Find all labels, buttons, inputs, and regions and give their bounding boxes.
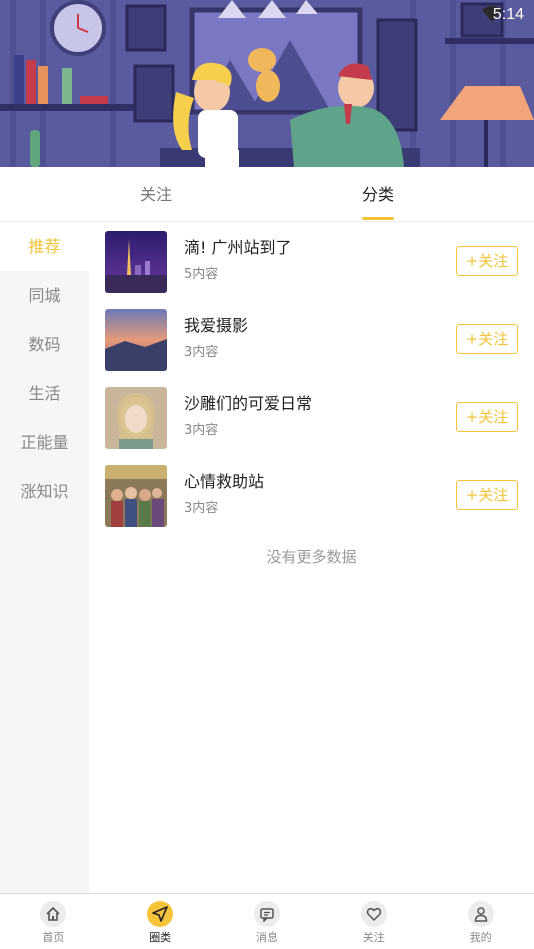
banner-illustration: [0, 0, 534, 167]
item-count: 3内容: [184, 501, 219, 516]
nav-item-profile[interactable]: 我的: [427, 894, 534, 949]
sidebar-item-recommend[interactable]: 推荐: [0, 222, 89, 271]
item-title: 心情救助站: [184, 472, 265, 491]
home-icon: [40, 901, 67, 927]
circle-list: 滴! 广州站到了 5内容 +关注 我爱摄影 3内容 +关注 沙雕们的可爱日常 3: [89, 222, 534, 534]
follow-button[interactable]: +关注: [456, 480, 518, 510]
list-item[interactable]: 滴! 广州站到了 5内容 +关注: [89, 222, 534, 300]
thumbnail-image: [105, 309, 167, 371]
send-icon: [147, 901, 174, 927]
heart-icon: [360, 901, 387, 927]
thumbnail-image: [105, 387, 167, 449]
item-title: 我爱摄影: [184, 316, 249, 335]
no-more-data-text: 没有更多数据: [266, 548, 357, 566]
follow-button[interactable]: +关注: [456, 324, 518, 354]
sidebar-item-positive[interactable]: 正能量: [0, 418, 89, 467]
item-title: 沙雕们的可爱日常: [184, 394, 313, 413]
nav-item-circles[interactable]: 圈类: [107, 894, 214, 949]
nav-item-messages[interactable]: 消息: [214, 894, 321, 949]
nav-label: 我的: [469, 931, 492, 944]
header-banner: 5:14: [0, 0, 534, 167]
active-tab-indicator: [362, 217, 394, 220]
item-count: 3内容: [184, 423, 219, 438]
top-tabs: 关注 分类: [0, 167, 534, 222]
nav-label: 首页: [42, 931, 65, 944]
sidebar-item-knowledge[interactable]: 涨知识: [0, 467, 89, 516]
thumbnail-image: [105, 465, 167, 527]
item-title: 滴! 广州站到了: [184, 238, 292, 257]
follow-button[interactable]: +关注: [456, 402, 518, 432]
nav-item-home[interactable]: 首页: [0, 894, 107, 949]
nav-label: 圈类: [149, 931, 172, 944]
nav-label: 消息: [255, 931, 278, 944]
sidebar-item-local[interactable]: 同城: [0, 271, 89, 320]
message-icon: [253, 901, 280, 927]
tab-follow[interactable]: 关注: [96, 167, 216, 222]
thumbnail-image: [105, 231, 167, 293]
user-icon: [467, 901, 494, 927]
category-sidebar: 推荐 同城 数码 生活 正能量 涨知识: [0, 222, 89, 893]
bottom-nav: 首页 圈类 消息 关注 我的: [0, 893, 534, 949]
list-item[interactable]: 心情救助站 3内容 +关注: [89, 456, 534, 534]
nav-label: 关注: [362, 931, 385, 944]
list-item[interactable]: 沙雕们的可爱日常 3内容 +关注: [89, 378, 534, 456]
list-item[interactable]: 我爱摄影 3内容 +关注: [89, 300, 534, 378]
sidebar-item-life[interactable]: 生活: [0, 369, 89, 418]
status-time: 5:14: [492, 6, 524, 23]
item-count: 3内容: [184, 345, 219, 360]
item-count: 5内容: [184, 267, 219, 282]
sidebar-item-digital[interactable]: 数码: [0, 320, 89, 369]
follow-button[interactable]: +关注: [456, 246, 518, 276]
tab-category[interactable]: 分类: [318, 167, 438, 222]
nav-item-follow[interactable]: 关注: [320, 894, 427, 949]
